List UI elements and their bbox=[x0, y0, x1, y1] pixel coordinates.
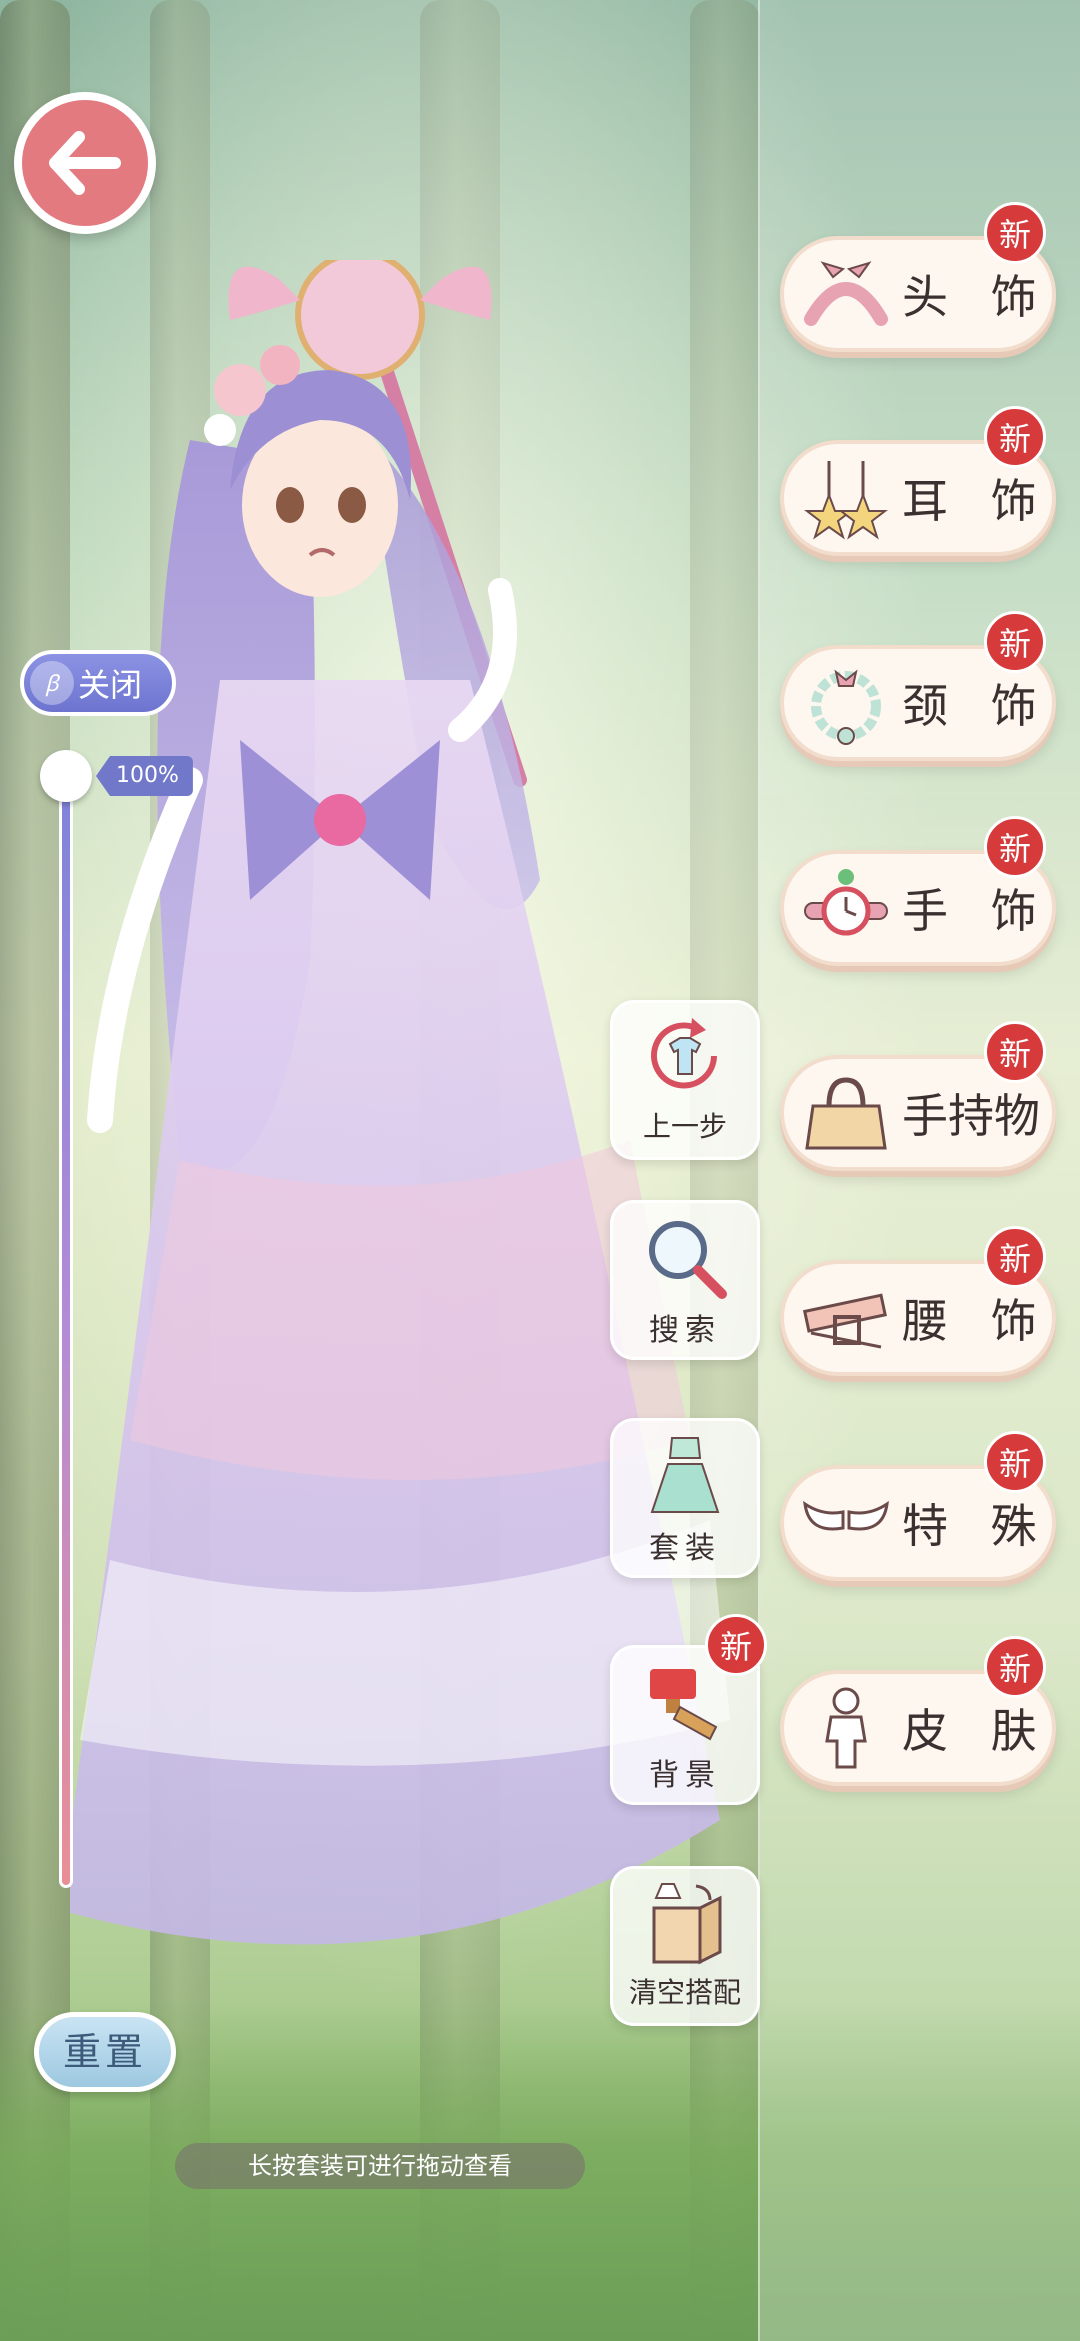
category-waist[interactable]: 腰 饰 新 bbox=[780, 1226, 1056, 1376]
category-label: 手 饰 bbox=[902, 884, 1051, 938]
box-icon bbox=[635, 1875, 735, 1971]
category-skin[interactable]: 皮 肤 新 bbox=[780, 1636, 1056, 1786]
close-toggle-label: 关闭 bbox=[78, 666, 143, 704]
background-button[interactable]: 背景 新 bbox=[610, 1614, 767, 1805]
belt-icon bbox=[798, 1270, 894, 1366]
new-badge: 新 bbox=[984, 202, 1046, 264]
search-label: 搜索 bbox=[649, 1313, 721, 1348]
new-badge: 新 bbox=[984, 816, 1046, 878]
category-label: 皮 肤 bbox=[902, 1704, 1051, 1758]
category-necklace[interactable]: 颈 饰 新 bbox=[780, 611, 1056, 761]
zoom-slider-thumb[interactable] bbox=[40, 750, 92, 802]
new-badge: 新 bbox=[984, 1021, 1046, 1083]
category-bracelet[interactable]: 手 饰 新 bbox=[780, 816, 1056, 966]
new-badge: 新 bbox=[984, 1431, 1046, 1493]
headband-icon bbox=[798, 246, 894, 342]
clear-outfit-button[interactable]: 清空搭配 bbox=[610, 1866, 760, 2026]
drag-hint: 长按套装可进行拖动查看 bbox=[175, 2143, 585, 2189]
category-handheld[interactable]: 手持物 新 bbox=[780, 1021, 1056, 1171]
filter-tag-icon: ꞵ bbox=[30, 661, 74, 705]
category-special[interactable]: 特 殊 新 bbox=[780, 1431, 1056, 1581]
search-button[interactable]: 搜索 bbox=[610, 1200, 760, 1360]
category-label: 腰 饰 bbox=[902, 1294, 1051, 1348]
background-label: 背景 bbox=[649, 1758, 721, 1793]
outfit-label: 套装 bbox=[649, 1531, 721, 1566]
outfit-button[interactable]: 套装 bbox=[610, 1418, 760, 1578]
zoom-percent-label: 100% bbox=[96, 756, 193, 796]
magnifier-icon bbox=[635, 1209, 735, 1305]
doll-body-icon bbox=[798, 1680, 894, 1776]
necklace-icon bbox=[798, 655, 894, 751]
clear-outfit-label: 清空搭配 bbox=[628, 1976, 741, 2009]
category-earrings[interactable]: 耳 饰 新 bbox=[780, 406, 1056, 556]
star-earrings-icon bbox=[798, 450, 894, 546]
wrist-watch-icon bbox=[798, 860, 894, 956]
new-badge: 新 bbox=[705, 1614, 767, 1676]
wings-icon bbox=[798, 1475, 894, 1571]
undo-label: 上一步 bbox=[642, 1110, 727, 1143]
category-label: 特 殊 bbox=[902, 1499, 1051, 1553]
category-label: 头 饰 bbox=[902, 270, 1051, 324]
reset-button[interactable]: 重置 bbox=[34, 2012, 176, 2092]
zoom-slider-track[interactable] bbox=[59, 770, 73, 1888]
undo-shirt-icon bbox=[635, 1009, 735, 1105]
category-headwear[interactable]: 头 饰 新 bbox=[780, 202, 1056, 352]
new-badge: 新 bbox=[984, 406, 1046, 468]
category-label: 手持物 bbox=[902, 1089, 1040, 1143]
category-label: 颈 饰 bbox=[902, 679, 1051, 733]
back-button[interactable] bbox=[14, 92, 156, 234]
new-badge: 新 bbox=[984, 611, 1046, 673]
category-label: 耳 饰 bbox=[902, 474, 1051, 528]
dress-icon bbox=[635, 1427, 735, 1523]
undo-button[interactable]: 上一步 bbox=[610, 1000, 760, 1160]
new-badge: 新 bbox=[984, 1636, 1046, 1698]
handbag-icon bbox=[798, 1065, 894, 1161]
new-badge: 新 bbox=[984, 1226, 1046, 1288]
arrow-left-icon bbox=[49, 131, 121, 195]
close-toggle-button[interactable]: ꞵ 关闭 bbox=[20, 650, 176, 716]
